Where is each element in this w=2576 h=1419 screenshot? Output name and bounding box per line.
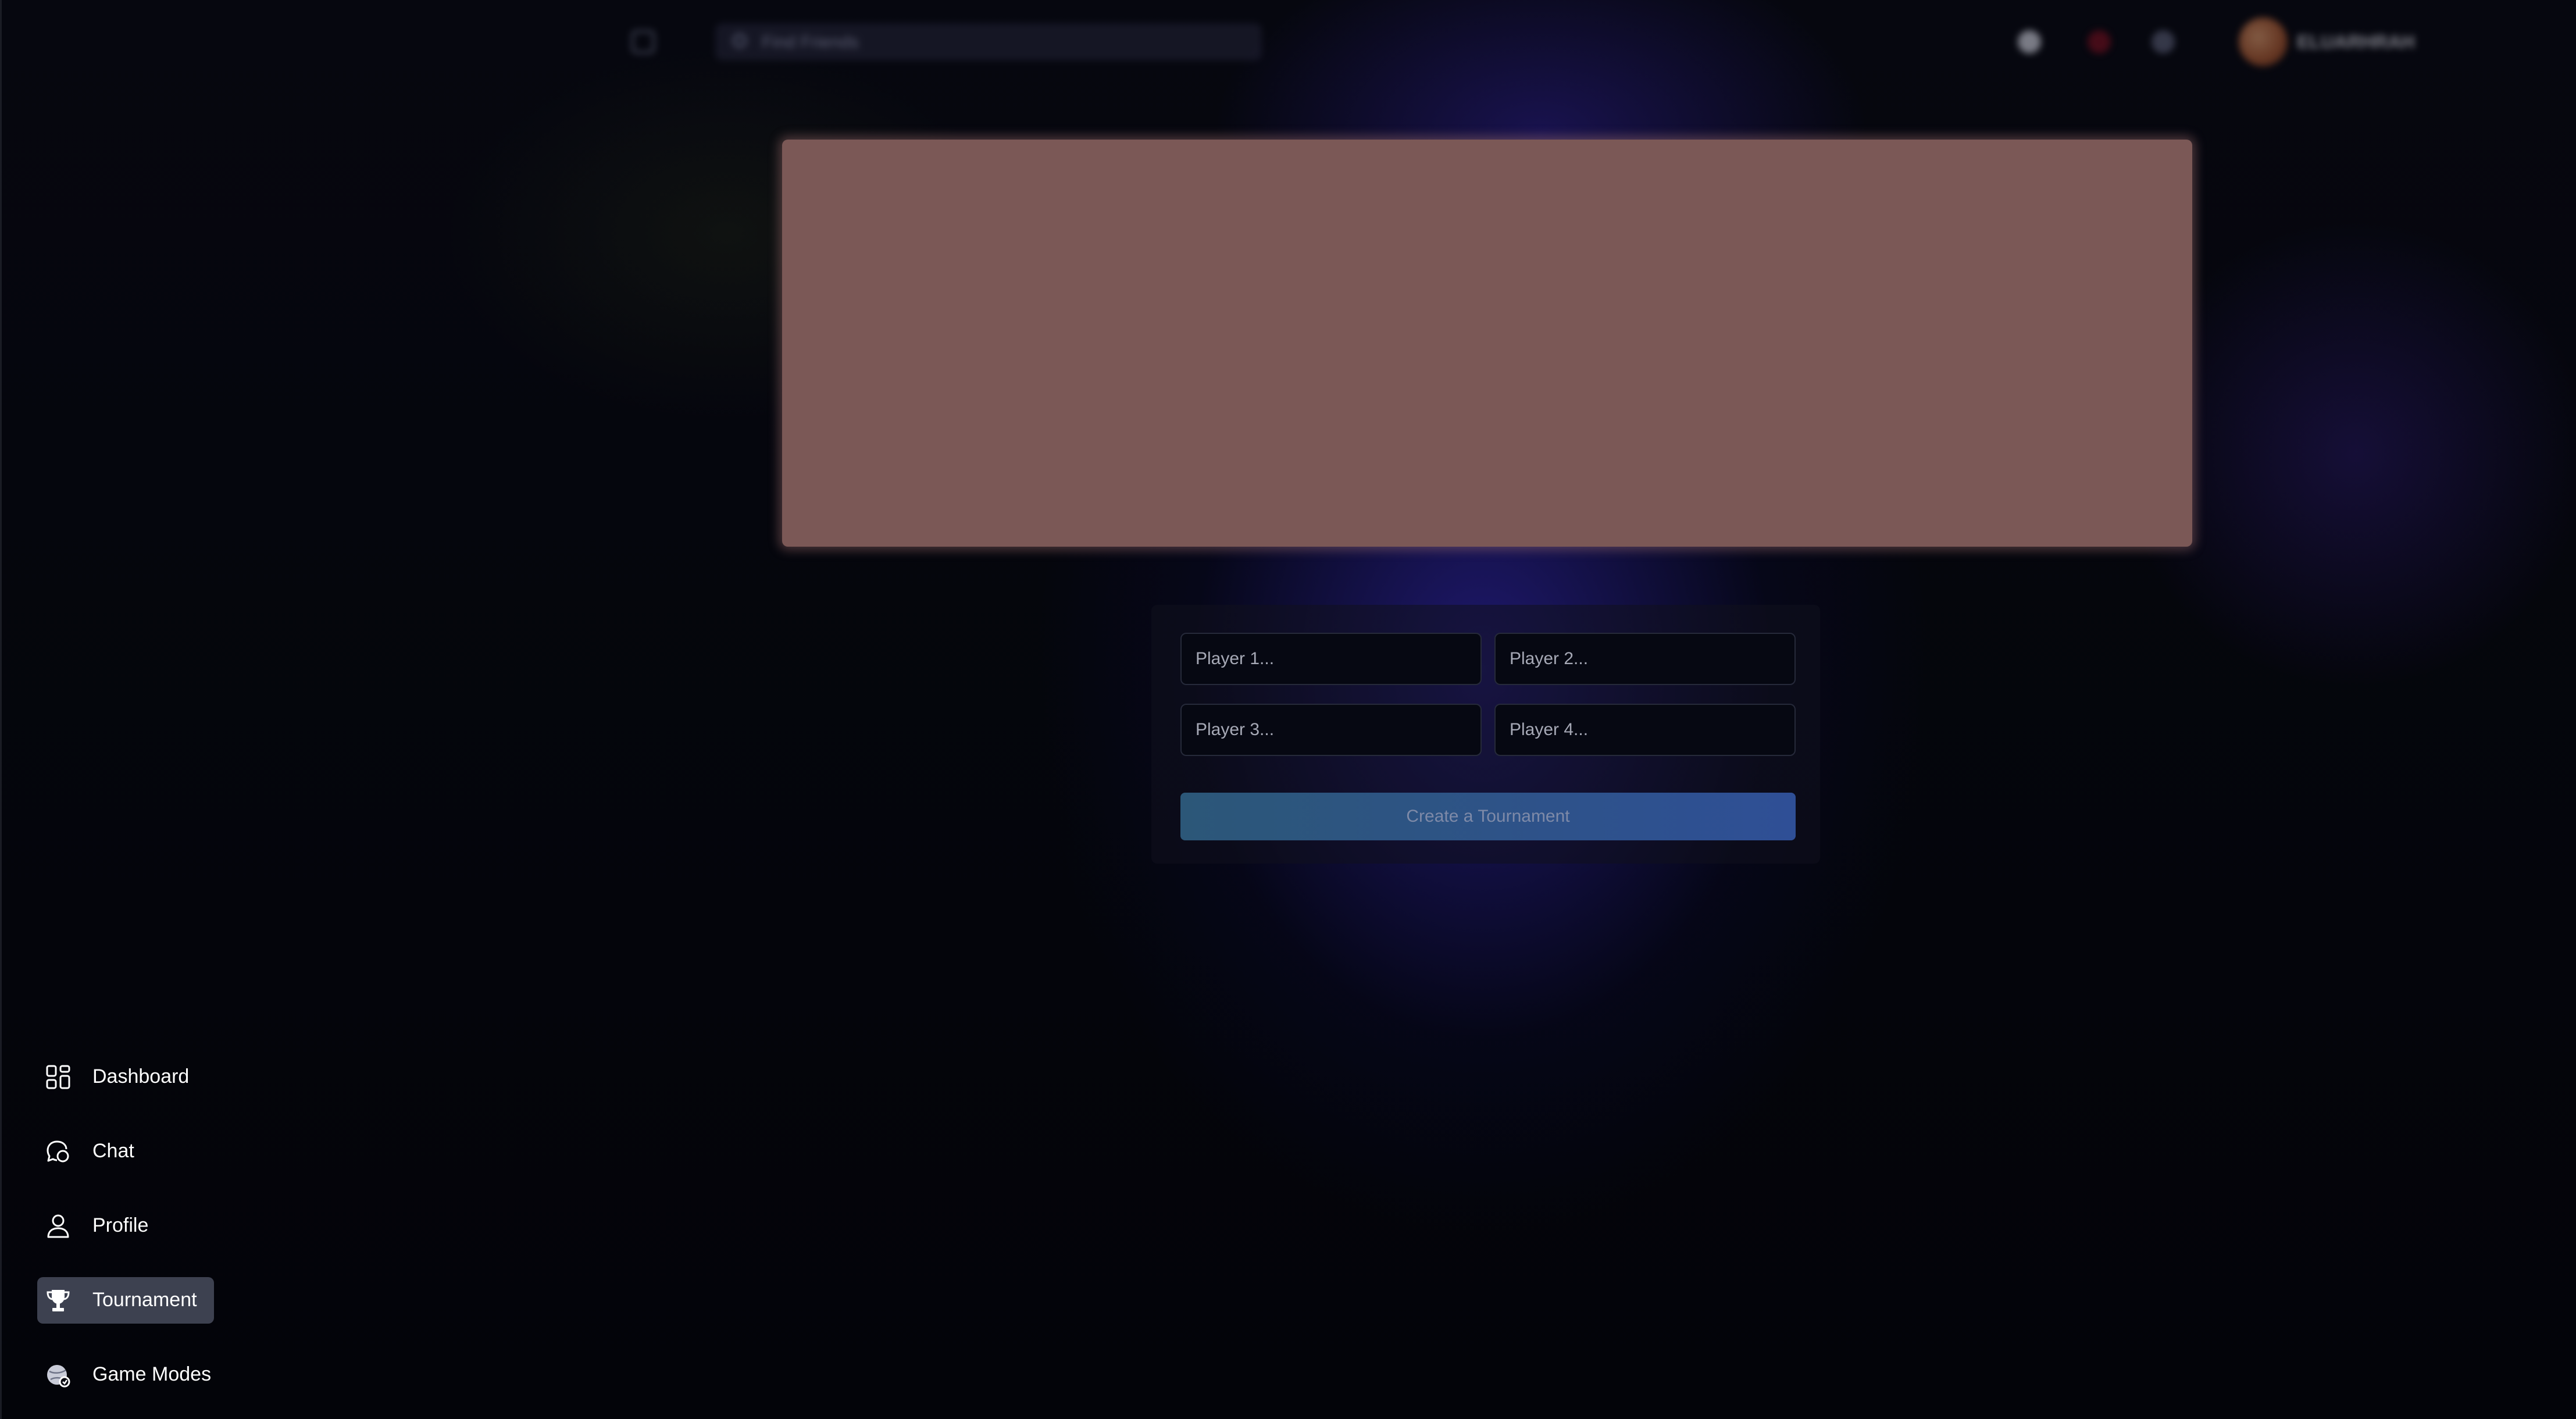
sidebar-item-game-modes[interactable]: Game Modes [37, 1352, 214, 1398]
sidebar-item-label: Dashboard [92, 1065, 190, 1088]
create-tournament-button[interactable]: Create a Tournament [1180, 793, 1796, 840]
avatar[interactable] [2239, 17, 2288, 66]
sidebar-item-label: Profile [92, 1214, 149, 1236]
search-icon [733, 34, 747, 48]
bell-icon[interactable] [2152, 30, 2175, 54]
player-1-input[interactable] [1180, 633, 1482, 685]
username[interactable]: ELUARHRAH [2297, 31, 2415, 53]
theme-toggle-icon[interactable] [2018, 30, 2041, 54]
sidebar-item-label: Chat [92, 1140, 134, 1162]
search-placeholder: Find Friends [762, 33, 859, 52]
top-header: Find Friends ELUARHRAH [611, 13, 2431, 71]
sidebar-item-tournament[interactable]: Tournament [37, 1277, 214, 1324]
game-modes-icon [47, 1365, 70, 1388]
trophy-icon [47, 1290, 70, 1311]
search-bar[interactable]: Find Friends [715, 23, 1262, 60]
player-4-input[interactable] [1494, 704, 1796, 756]
chat-bubble-icon [47, 1140, 69, 1163]
sidebar-item-label: Game Modes [92, 1363, 212, 1385]
home-icon[interactable] [631, 30, 655, 54]
sidebar-item-dashboard[interactable]: Dashboard [37, 1054, 214, 1100]
player-3-input[interactable] [1180, 704, 1482, 756]
player-2-input[interactable] [1494, 633, 1796, 685]
notification-badge-icon[interactable] [2088, 30, 2111, 54]
sidebar-item-chat[interactable]: Chat [37, 1128, 214, 1175]
user-icon [47, 1214, 69, 1238]
sidebar-item-profile[interactable]: Profile [37, 1203, 214, 1249]
tournament-banner [782, 140, 2192, 547]
grid-icon [46, 1065, 70, 1089]
sidebar-item-label: Tournament [92, 1289, 197, 1311]
sidebar-divider [0, 0, 2, 1419]
app-page: Find Friends ELUARHRAH Create a Tourname… [0, 0, 2576, 1419]
